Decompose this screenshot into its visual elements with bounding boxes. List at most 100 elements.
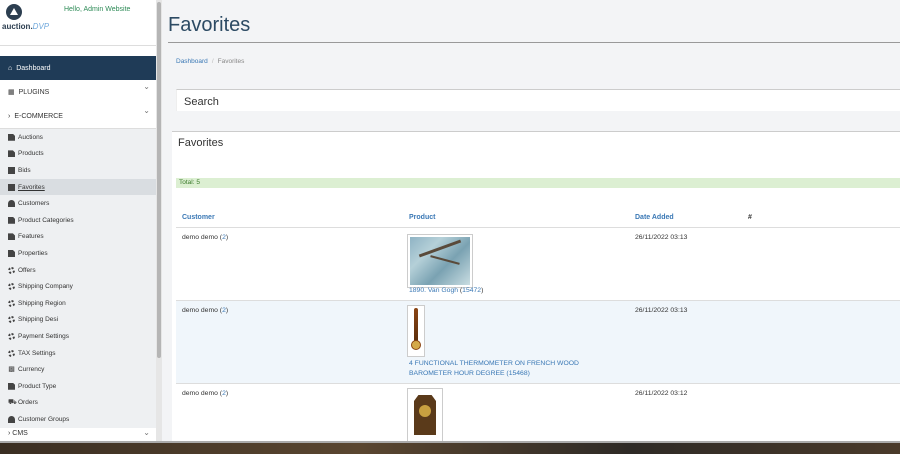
breadcrumb-separator: / bbox=[211, 58, 214, 65]
sidebar-item-shipping-region[interactable]: Shipping Region bbox=[0, 295, 156, 312]
sidebar-item-label: Product Type bbox=[18, 382, 57, 390]
sidebar-item-label: Products bbox=[18, 150, 44, 158]
sidebar-item-label: Payment Settings bbox=[18, 332, 69, 340]
gear-icon bbox=[8, 283, 15, 291]
product-thumbnail[interactable] bbox=[407, 305, 425, 357]
total-count-bar: Total: 5 bbox=[176, 178, 900, 188]
barometer-image bbox=[410, 308, 422, 354]
nav-dashboard[interactable]: ⌂ Dashboard bbox=[0, 56, 156, 80]
nav-plugins[interactable]: ▦ PLUGINS ⌄ bbox=[0, 80, 156, 104]
logo-icon bbox=[6, 4, 22, 20]
product-link-continued[interactable]: BAROMETER HOUR DEGREE bbox=[409, 370, 505, 377]
user-icon bbox=[8, 200, 15, 208]
sidebar-item-label: Product Categories bbox=[18, 216, 74, 224]
customer-name: demo demo bbox=[182, 390, 218, 397]
sidebar-item-label: Shipping Desi bbox=[18, 316, 59, 324]
customer-id-link[interactable]: 2 bbox=[222, 234, 226, 241]
taskbar-border bbox=[0, 441, 900, 443]
logo-text-accent: DVP bbox=[32, 22, 50, 31]
gear-icon bbox=[8, 266, 15, 274]
sidebar-item-label: Orders bbox=[18, 399, 38, 407]
product-cell: 4 FUNCTIONAL THERMOMETER ON FRENCH WOOD … bbox=[409, 359, 619, 379]
page-title: Favorites bbox=[168, 14, 251, 36]
sidebar-item-label: Shipping Company bbox=[18, 283, 73, 291]
search-panel-toggle[interactable]: Search bbox=[176, 89, 900, 111]
date-cell: 26/11/2022 03:13 bbox=[635, 234, 688, 241]
chevron-down-icon: ⌄ bbox=[143, 428, 150, 437]
sidebar-scroll-thumb[interactable] bbox=[157, 2, 161, 358]
main-content: Favorites Dashboard / Favorites Search Fav… bbox=[162, 0, 900, 441]
sidebar: auction.DVP Hello, Admin Website ⌂ Dashb… bbox=[0, 0, 156, 441]
sidebar-item-properties[interactable]: Properties bbox=[0, 245, 156, 262]
sidebar-item-customers[interactable]: Customers bbox=[0, 195, 156, 212]
sidebar-item-features[interactable]: Features bbox=[0, 229, 156, 246]
product-thumbnail[interactable] bbox=[407, 388, 443, 441]
nav-ecommerce[interactable]: › E-COMMERCE ⌄ bbox=[0, 104, 156, 128]
sidebar-item-shipping-desi[interactable]: Shipping Desi bbox=[0, 312, 156, 329]
document-icon bbox=[8, 150, 15, 158]
sidebar-item-shipping-company[interactable]: Shipping Company bbox=[0, 278, 156, 295]
table-header: Customer Product Date Added # bbox=[176, 212, 900, 228]
sidebar-item-label: Shipping Region bbox=[18, 299, 66, 307]
table-row: demo demo (2) 4 FUNCTIONAL THERMOMETER O… bbox=[176, 301, 900, 384]
column-date-added[interactable]: Date Added bbox=[635, 214, 674, 221]
column-actions: # bbox=[748, 214, 752, 221]
sidebar-header: auction.DVP Hello, Admin Website bbox=[0, 0, 156, 46]
search-label: Search bbox=[184, 96, 219, 108]
product-id-link[interactable]: 15468 bbox=[509, 370, 528, 377]
date-cell: 26/11/2022 03:13 bbox=[635, 307, 688, 314]
clock-image bbox=[410, 391, 440, 439]
logo-text-main: auction. bbox=[2, 22, 33, 31]
table-row: demo demo (2) 26/11/2022 03:12 bbox=[176, 384, 900, 441]
sidebar-item-orders[interactable]: ⛟ Orders bbox=[0, 395, 156, 412]
product-link[interactable]: 4 FUNCTIONAL THERMOMETER ON FRENCH WOOD bbox=[409, 359, 619, 369]
logo[interactable]: auction.DVP bbox=[2, 22, 49, 31]
gear-icon bbox=[8, 316, 15, 324]
column-customer[interactable]: Customer bbox=[182, 214, 215, 221]
customer-cell: demo demo (2) bbox=[182, 390, 229, 397]
gear-icon bbox=[8, 332, 15, 340]
sidebar-item-label: Customer Groups bbox=[18, 415, 70, 423]
nav-cms[interactable]: › CMS ⌄ bbox=[0, 428, 156, 441]
sidebar-item-tax-settings[interactable]: TAX Settings bbox=[0, 345, 156, 362]
sidebar-item-product-type[interactable]: Product Type bbox=[0, 378, 156, 395]
sidebar-item-favorites[interactable]: Favorites bbox=[0, 178, 156, 196]
sidebar-item-auctions[interactable]: Auctions bbox=[0, 129, 156, 146]
breadcrumb: Dashboard / Favorites bbox=[176, 58, 244, 65]
customer-id-link[interactable]: 2 bbox=[222, 390, 226, 397]
breadcrumb-current: Favorites bbox=[217, 58, 245, 65]
cart-icon: ⛟ bbox=[8, 399, 17, 407]
envelope-icon bbox=[8, 166, 15, 174]
customer-id-link[interactable]: 2 bbox=[222, 307, 226, 314]
grid-icon: ▦ bbox=[8, 89, 15, 96]
panel-title: Favorites bbox=[178, 137, 224, 149]
product-link[interactable]: 1890. Van Gogh bbox=[409, 287, 458, 294]
sidebar-item-label: Currency bbox=[18, 366, 45, 374]
product-thumbnail[interactable] bbox=[407, 234, 473, 288]
customer-name: demo demo bbox=[182, 234, 218, 241]
document-icon bbox=[8, 249, 15, 257]
sidebar-item-bids[interactable]: Bids bbox=[0, 162, 156, 179]
ecommerce-submenu: Auctions Products Bids Favorites Custome… bbox=[0, 128, 156, 428]
currency-icon: ▩ bbox=[8, 366, 15, 374]
gear-icon bbox=[8, 299, 15, 307]
sidebar-item-label: Features bbox=[18, 233, 44, 241]
document-icon bbox=[8, 216, 15, 224]
document-icon bbox=[8, 233, 15, 241]
column-product[interactable]: Product bbox=[409, 214, 435, 221]
sidebar-item-offers[interactable]: Offers bbox=[0, 262, 156, 279]
document-icon bbox=[8, 382, 15, 390]
table-row: demo demo (2) 1890. Van Gogh (15472) 26/… bbox=[176, 228, 900, 301]
breadcrumb-dashboard-link[interactable]: Dashboard bbox=[176, 58, 208, 65]
sidebar-item-products[interactable]: Products bbox=[0, 146, 156, 163]
sidebar-item-label: Favorites bbox=[18, 183, 45, 191]
sidebar-item-currency[interactable]: ▩ Currency bbox=[0, 361, 156, 378]
sidebar-item-payment-settings[interactable]: Payment Settings bbox=[0, 328, 156, 345]
sidebar-item-product-categories[interactable]: Product Categories bbox=[0, 212, 156, 229]
sidebar-item-customer-groups[interactable]: Customer Groups bbox=[0, 411, 156, 428]
customer-cell: demo demo (2) bbox=[182, 307, 229, 314]
product-id-link[interactable]: 15472 bbox=[462, 287, 481, 294]
document-icon bbox=[8, 133, 15, 141]
product-cell: 1890. Van Gogh (15472) bbox=[409, 287, 484, 294]
nav-plugins-label: PLUGINS bbox=[18, 88, 50, 96]
